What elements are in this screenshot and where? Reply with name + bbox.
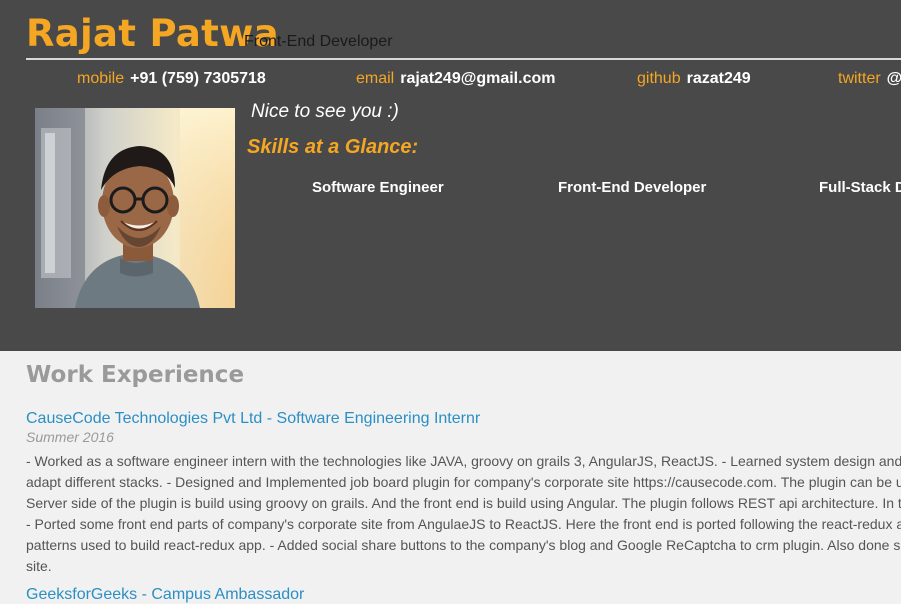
job-title-link[interactable]: GeeksforGeeks - Campus Ambassador (26, 586, 304, 604)
skill-item: Full-Stack D (819, 179, 901, 196)
job-description-line: site. (26, 558, 52, 574)
profile-photo-image (35, 108, 235, 308)
greeting-text: Nice to see you :) (251, 101, 399, 122)
profile-header: Rajat Patwa Front-End Developer mobile +9… (0, 0, 901, 351)
job-title-link[interactable]: CauseCode Technologies Pvt Ltd - Softwar… (26, 410, 480, 428)
job-description-line: Server side of the plugin is build using… (26, 495, 901, 511)
skill-item: Software Engineer (312, 179, 444, 196)
contact-github[interactable]: github razat249 (637, 69, 751, 89)
job-description-line: adapt different stacks. - Designed and I… (26, 474, 901, 490)
job-description-line: - Ported some front end parts of company… (26, 516, 901, 532)
contact-mobile: mobile +91 (759) 7305718 (77, 69, 266, 89)
contact-mobile-value: +91 (759) 7305718 (130, 70, 266, 87)
contact-twitter[interactable]: twitter @ (838, 69, 901, 89)
contact-email-label: email (356, 70, 395, 87)
header-divider (26, 58, 901, 60)
contact-twitter-value[interactable]: @ (887, 70, 901, 87)
contact-github-label: github (637, 70, 681, 87)
contact-github-value[interactable]: razat249 (687, 70, 751, 87)
contact-twitter-label: twitter (838, 70, 881, 87)
profile-photo (35, 108, 235, 308)
contact-email[interactable]: email rajat249@gmail.com (356, 69, 555, 89)
profile-role: Front-End Developer (244, 33, 393, 50)
contact-email-value[interactable]: rajat249@gmail.com (400, 70, 555, 87)
job-description-line: patterns used to build react-redux app. … (26, 537, 901, 553)
job-description-line: - Worked as a software engineer intern w… (26, 453, 901, 469)
skills-heading: Skills at a Glance: (247, 136, 419, 158)
contact-mobile-label: mobile (77, 70, 125, 87)
profile-name: Rajat Patwa (26, 12, 279, 55)
skill-item: Front-End Developer (558, 179, 707, 196)
work-experience-heading: Work Experience (26, 362, 245, 388)
job-date: Summer 2016 (26, 429, 114, 445)
